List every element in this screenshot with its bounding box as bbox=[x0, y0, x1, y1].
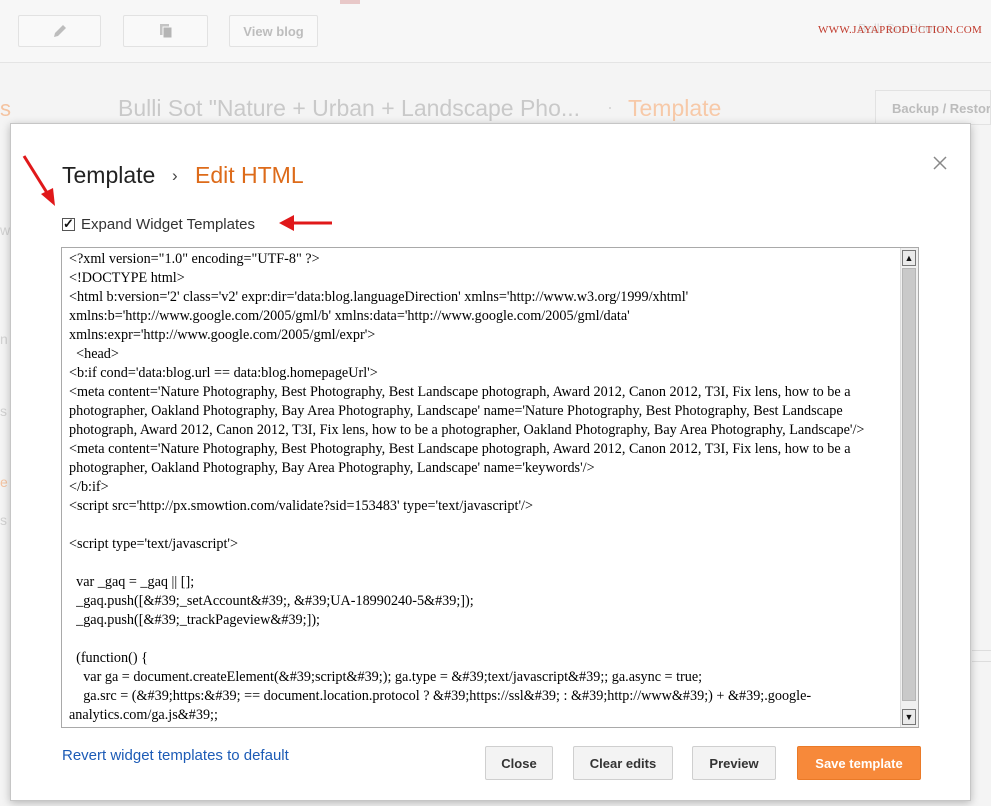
pages-icon bbox=[159, 24, 172, 39]
sidebar-fragment: e bbox=[0, 474, 8, 490]
top-toolbar: View blog Bulli Sot Photo WWW.JAYAPRODUC… bbox=[0, 0, 991, 63]
clear-edits-button[interactable]: Clear edits bbox=[573, 746, 673, 780]
revert-widget-templates-link[interactable]: Revert widget templates to default bbox=[62, 747, 289, 764]
close-icon[interactable] bbox=[931, 154, 949, 172]
sidebar-fragment: n bbox=[0, 331, 8, 347]
editor-scrollbar[interactable]: ▲ ▼ bbox=[900, 248, 918, 727]
dialog-subtitle: Edit HTML bbox=[195, 162, 304, 188]
blog-title: Bulli Sot "Nature + Urban + Landscape Ph… bbox=[118, 95, 581, 121]
template-code-editor[interactable]: <?xml version="1.0" encoding="UTF-8" ?> … bbox=[61, 247, 919, 728]
sidebar-fragment: s bbox=[0, 403, 7, 419]
close-button[interactable]: Close bbox=[485, 746, 553, 780]
tab-indicator bbox=[340, 0, 360, 4]
save-template-button[interactable]: Save template bbox=[797, 746, 921, 780]
sidebar-fragment: w bbox=[0, 222, 11, 238]
breadcrumb-separator: · bbox=[607, 97, 613, 117]
breadcrumb-template: Template bbox=[628, 95, 722, 121]
breadcrumb-chevron: › bbox=[172, 166, 178, 185]
annotation-arrow-icon bbox=[22, 155, 55, 206]
posts-list-button[interactable] bbox=[123, 15, 208, 47]
sidebar-fragment: s bbox=[0, 512, 7, 528]
template-code-text[interactable]: <?xml version="1.0" encoding="UTF-8" ?> … bbox=[69, 250, 899, 725]
expand-widget-row: ✓ Expand Widget Templates bbox=[62, 214, 255, 234]
view-blog-button[interactable]: View blog bbox=[229, 15, 318, 47]
dialog-title: Template bbox=[62, 162, 156, 188]
expand-widget-checkbox[interactable]: ✓ bbox=[62, 215, 75, 231]
scroll-down-arrow-icon[interactable]: ▼ bbox=[902, 709, 916, 725]
expand-widget-label[interactable]: Expand Widget Templates bbox=[81, 216, 255, 233]
edit-html-dialog: Template › Edit HTML ✓ Expand Widget Tem… bbox=[10, 123, 971, 801]
watermark-text: WWW.JAYAPRODUCTION.COM bbox=[818, 24, 983, 36]
scroll-up-arrow-icon[interactable]: ▲ bbox=[902, 250, 916, 266]
scrollbar-thumb[interactable] bbox=[902, 268, 916, 701]
sidebar-fragment: s bbox=[0, 96, 11, 121]
pencil-icon bbox=[53, 25, 66, 37]
backup-restore-button[interactable]: Backup / Restore bbox=[875, 90, 991, 125]
annotation-arrow-icon bbox=[279, 215, 332, 231]
checkmark-icon: ✓ bbox=[63, 215, 74, 231]
preview-button[interactable]: Preview bbox=[692, 746, 776, 780]
divider bbox=[972, 650, 991, 662]
new-post-button[interactable] bbox=[18, 15, 101, 47]
